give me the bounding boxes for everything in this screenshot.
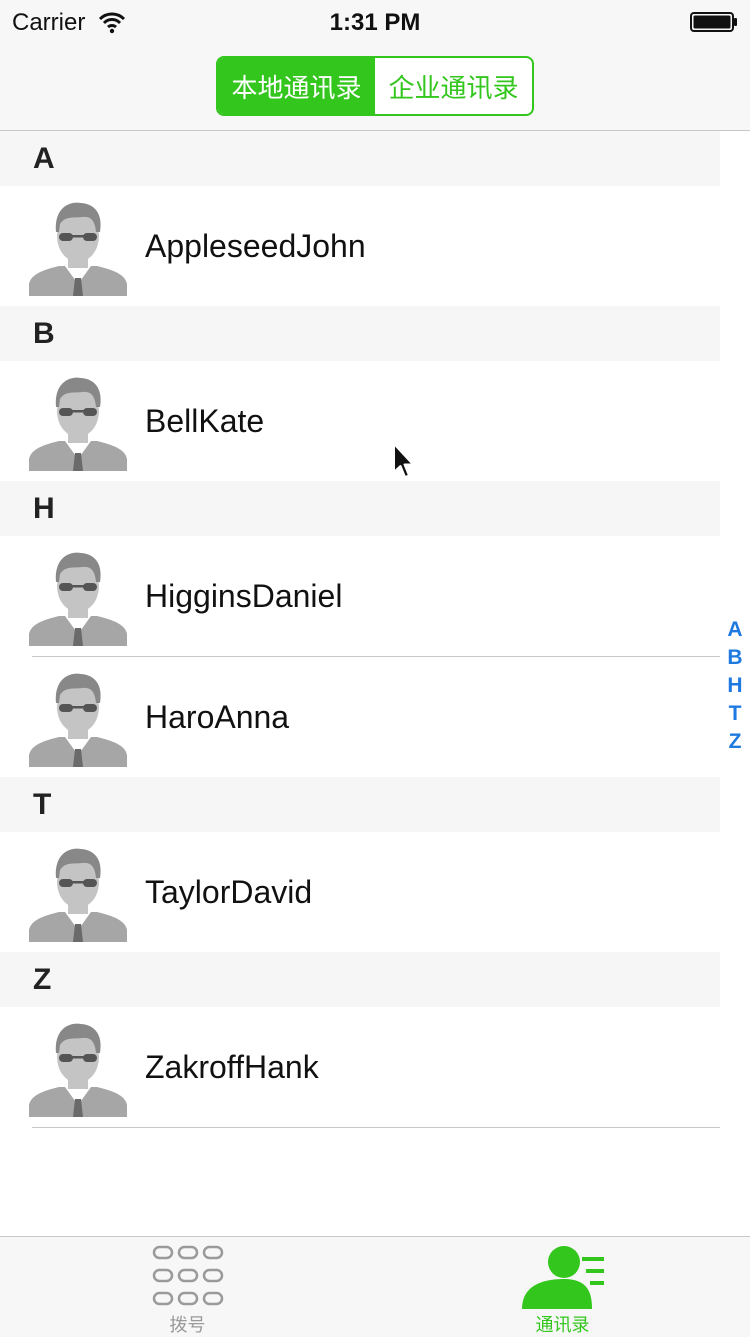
contact-row[interactable]: TaylorDavid bbox=[0, 832, 720, 952]
contacts-icon bbox=[522, 1246, 604, 1309]
section-header-b: B bbox=[0, 306, 720, 361]
section-header-a: A bbox=[0, 131, 720, 186]
contact-row[interactable]: HigginsDaniel bbox=[0, 536, 720, 656]
battery-icon bbox=[690, 12, 737, 32]
contact-list[interactable]: A AppleseedJohn B BellKate H HigginsDaniel Har… bbox=[0, 131, 720, 1128]
segment-enterprise-contacts[interactable]: 企业通讯录 bbox=[375, 58, 532, 114]
contact-row[interactable]: AppleseedJohn bbox=[0, 186, 720, 306]
section-header-h: H bbox=[0, 481, 720, 536]
row-divider bbox=[32, 1127, 720, 1128]
section-index[interactable]: ABHTZ bbox=[720, 616, 750, 756]
contact-name: ZakroffHank bbox=[145, 1049, 319, 1085]
contact-row[interactable]: HaroAnna bbox=[0, 657, 720, 777]
contact-row[interactable]: ZakroffHank bbox=[0, 1007, 720, 1127]
section-header-letter: T bbox=[33, 788, 52, 821]
tab-dial-label: 拨号 bbox=[169, 1315, 206, 1335]
contact-avatar-icon bbox=[29, 377, 127, 471]
section-header-z: Z bbox=[0, 952, 720, 1007]
contact-avatar-icon bbox=[29, 1023, 127, 1117]
section-header-letter: Z bbox=[33, 963, 52, 996]
contact-name: HigginsDaniel bbox=[145, 578, 343, 614]
mouse-cursor-icon bbox=[393, 443, 414, 478]
index-letter-t[interactable]: T bbox=[720, 700, 750, 728]
contact-name: AppleseedJohn bbox=[145, 228, 366, 264]
tab-dial[interactable]: 拨号 bbox=[0, 1237, 375, 1337]
navigation-bar: 本地通讯录 企业通讯录 bbox=[0, 44, 750, 131]
tab-contacts-label: 通讯录 bbox=[535, 1315, 590, 1335]
contact-name: BellKate bbox=[145, 403, 265, 439]
contact-avatar-icon bbox=[29, 202, 127, 296]
contact-row[interactable]: BellKate bbox=[0, 361, 720, 481]
address-book-segmented-control: 本地通讯录 企业通讯录 bbox=[216, 56, 534, 116]
tab-bar: 拨号 通讯录 bbox=[0, 1236, 750, 1337]
tab-contacts[interactable]: 通讯录 bbox=[375, 1237, 750, 1337]
status-bar: Carrier 1:31 PM bbox=[0, 0, 750, 44]
section-header-letter: B bbox=[33, 317, 55, 350]
section-header-letter: A bbox=[33, 142, 55, 175]
contact-avatar-icon bbox=[29, 673, 127, 767]
contact-name: TaylorDavid bbox=[145, 874, 313, 910]
contact-avatar-icon bbox=[29, 848, 127, 942]
section-header-letter: H bbox=[33, 492, 55, 525]
index-letter-b[interactable]: B bbox=[720, 644, 750, 672]
segment-local-contacts[interactable]: 本地通讯录 bbox=[218, 58, 375, 114]
contact-name: HaroAnna bbox=[145, 699, 290, 735]
section-header-t: T bbox=[0, 777, 720, 832]
status-time: 1:31 PM bbox=[329, 9, 421, 36]
index-letter-z[interactable]: Z bbox=[720, 728, 750, 756]
contact-avatar-icon bbox=[29, 552, 127, 646]
index-letter-h[interactable]: H bbox=[720, 672, 750, 700]
dialpad-icon bbox=[152, 1245, 224, 1306]
index-letter-a[interactable]: A bbox=[720, 616, 750, 644]
